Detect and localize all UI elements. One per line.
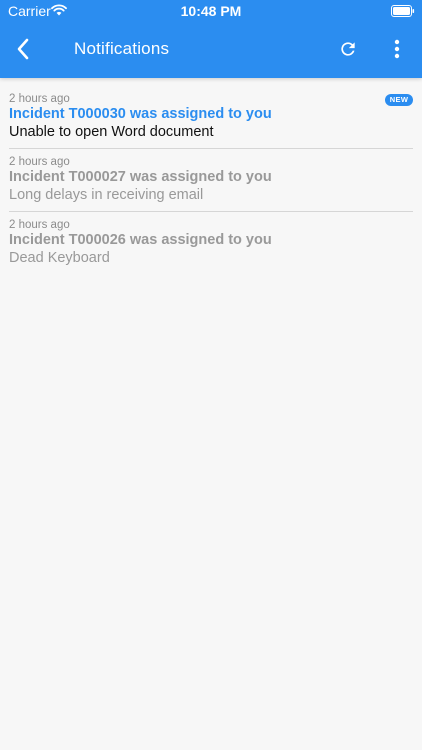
app-header: Carrier 10:48 PM Notifications bbox=[0, 0, 422, 78]
notification-time: 2 hours ago bbox=[9, 156, 70, 168]
refresh-button[interactable] bbox=[336, 37, 360, 61]
notification-item[interactable]: 2 hours ago Incident T000027 was assigne… bbox=[0, 149, 422, 212]
notification-description: Unable to open Word document bbox=[9, 124, 214, 140]
notification-description: Dead Keyboard bbox=[9, 250, 110, 266]
battery-icon bbox=[391, 5, 415, 17]
notification-item[interactable]: 2 hours ago Incident T000026 was assigne… bbox=[0, 212, 422, 275]
notification-time: 2 hours ago bbox=[9, 219, 70, 231]
status-bar: Carrier 10:48 PM bbox=[0, 0, 422, 22]
chevron-left-icon bbox=[17, 38, 29, 60]
back-button[interactable] bbox=[10, 36, 36, 62]
notification-item[interactable]: 2 hours ago NEW Incident T000030 was ass… bbox=[0, 86, 422, 149]
notification-title: Incident T000026 was assigned to you bbox=[9, 232, 272, 248]
notification-list: 2 hours ago NEW Incident T000030 was ass… bbox=[0, 86, 422, 275]
refresh-icon bbox=[341, 42, 355, 56]
notification-title: Incident T000027 was assigned to you bbox=[9, 169, 272, 185]
more-vertical-icon bbox=[394, 39, 400, 59]
status-clock: 10:48 PM bbox=[180, 3, 242, 19]
notification-title: Incident T000030 was assigned to you bbox=[9, 106, 272, 122]
notification-description: Long delays in receiving email bbox=[9, 187, 204, 203]
notification-time: 2 hours ago bbox=[9, 93, 70, 105]
more-options-button[interactable] bbox=[386, 37, 408, 61]
page-title: Notifications bbox=[74, 39, 170, 58]
new-badge: NEW bbox=[385, 94, 413, 106]
